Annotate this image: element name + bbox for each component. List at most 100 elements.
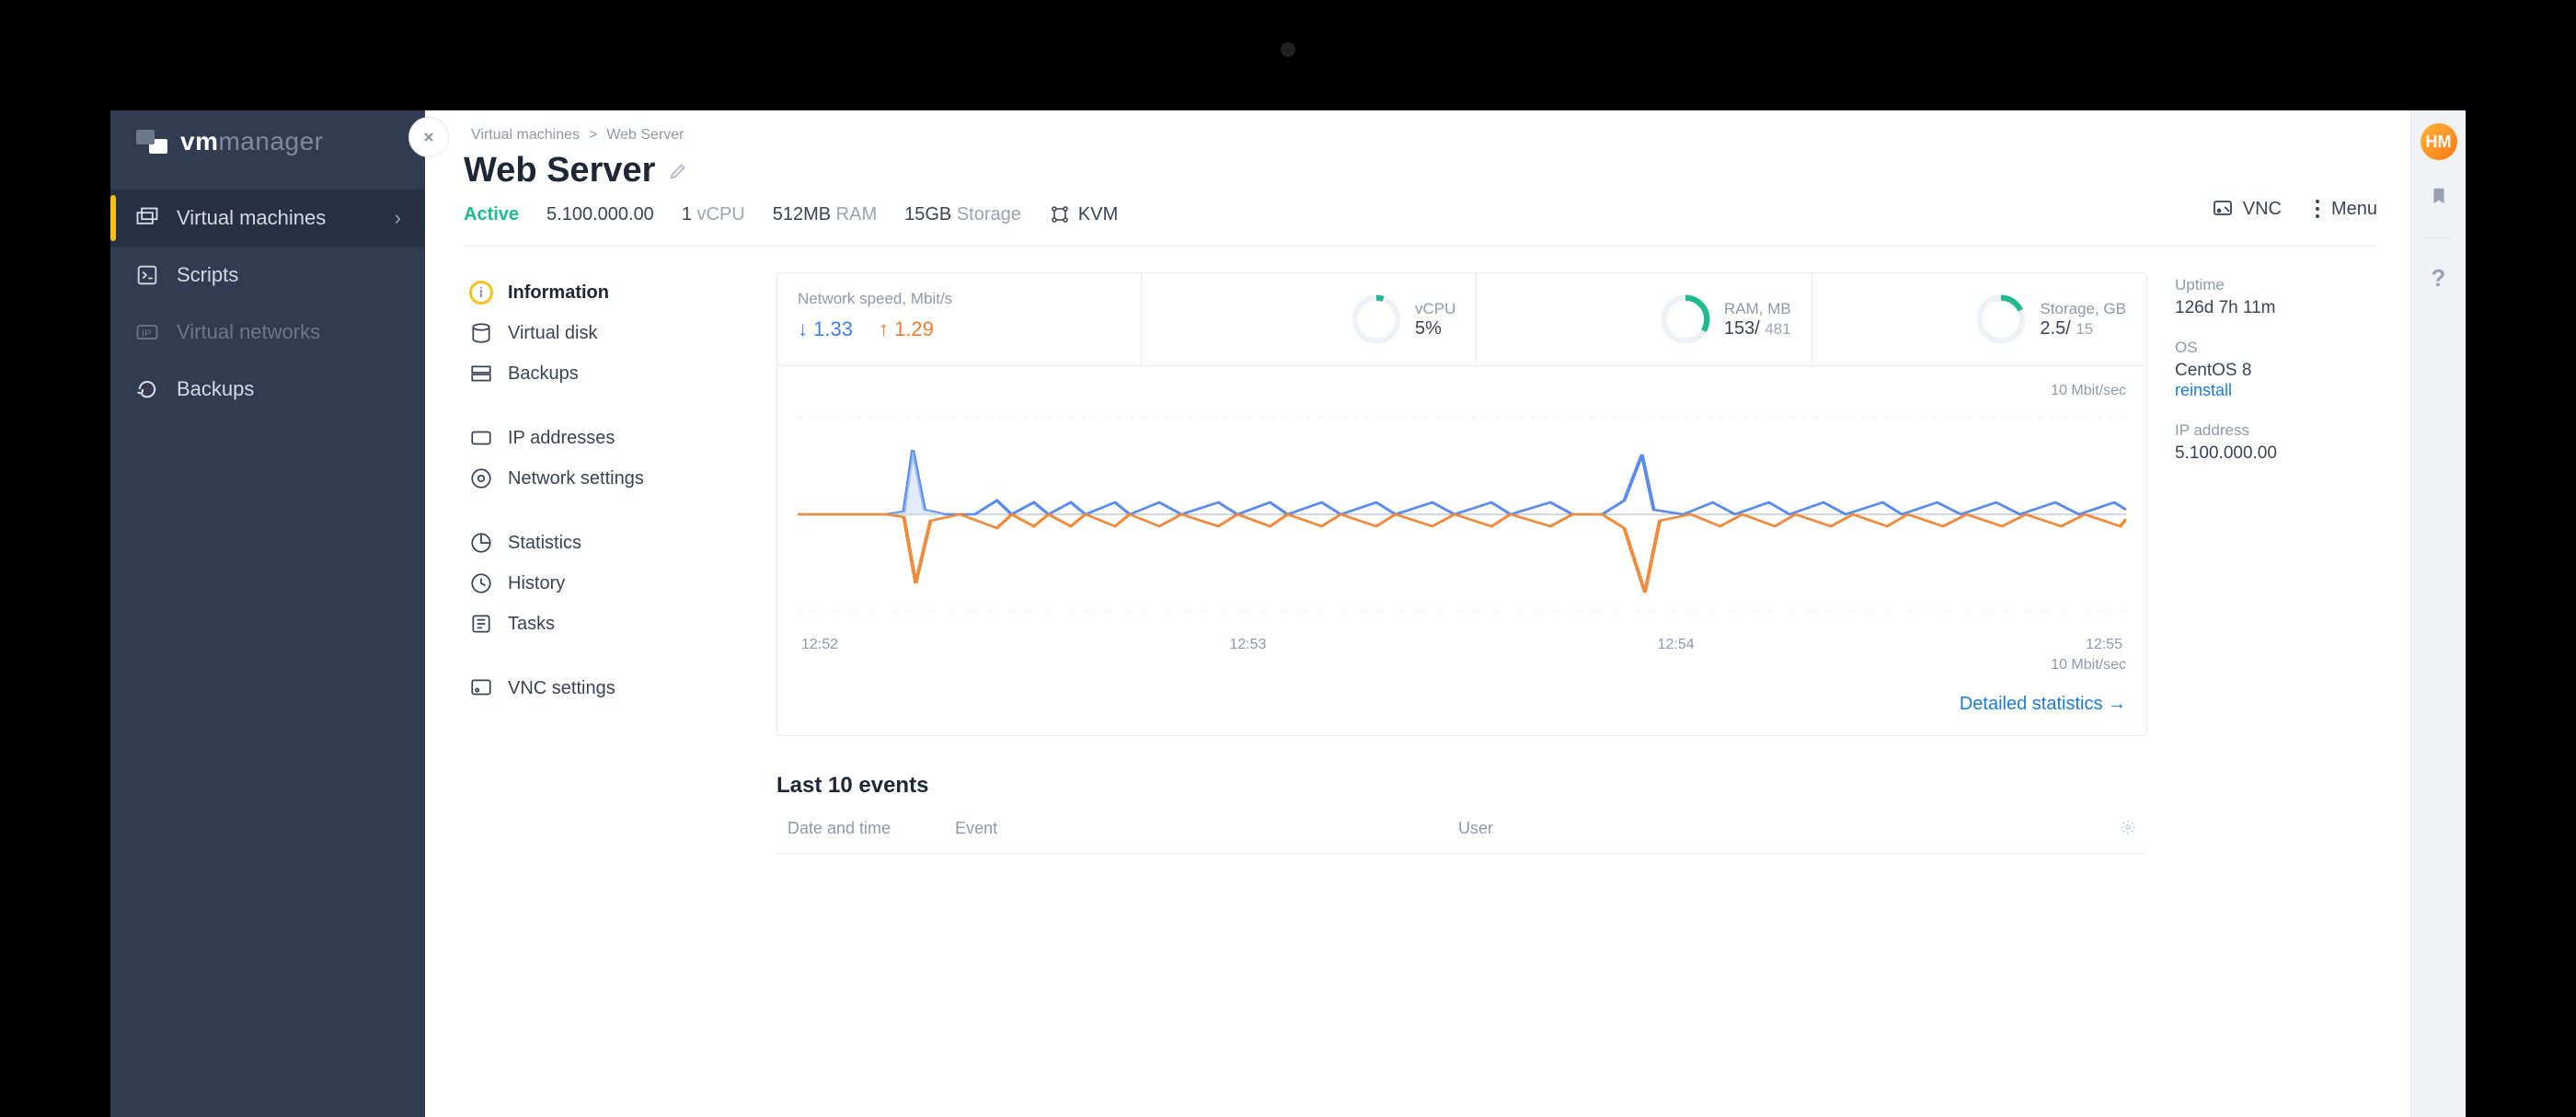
col-event: Event	[955, 819, 997, 840]
backups-icon	[469, 362, 493, 386]
storage-gauge-icon	[1975, 294, 2027, 345]
tab-history[interactable]: History	[464, 563, 749, 604]
avatar[interactable]: HM	[2421, 123, 2457, 160]
tab-label: Virtual disk	[508, 323, 597, 344]
events-heading: Last 10 events	[776, 773, 2147, 799]
ip-value: 5.100.000.00	[2175, 443, 2377, 464]
os-label: OS	[2175, 339, 2377, 357]
x-tick: 12:54	[1658, 637, 1695, 653]
brand-part1: vm	[180, 127, 218, 155]
vm-meta: Active 5.100.000.00 1 vCPU 512MB RAM 15G…	[464, 203, 1118, 225]
nav-virtual-networks[interactable]: IP Virtual networks	[110, 304, 425, 361]
ram-label: RAM	[836, 204, 877, 225]
card-title: Network speed, Mbit/s	[798, 290, 1121, 308]
status-badge: Active	[464, 204, 519, 225]
graph-x-axis: 12:52 12:53 12:54 12:55	[798, 629, 2126, 653]
tab-virtual-disk[interactable]: Virtual disk	[464, 313, 749, 353]
bookmark-icon[interactable]	[2429, 186, 2449, 212]
reinstall-link[interactable]: reinstall	[2175, 381, 2232, 399]
cpu-count: 1	[682, 204, 692, 225]
tab-ip-addresses[interactable]: IP addresses	[464, 418, 749, 458]
server-icon	[134, 205, 160, 231]
tab-label: Network settings	[508, 468, 644, 489]
cpu-label: vCPU	[697, 204, 745, 225]
right-rail: HM ?	[2410, 110, 2466, 1117]
tab-information[interactable]: i Information	[464, 272, 749, 313]
vnc-label: VNC	[2243, 199, 2282, 220]
nav-scripts[interactable]: Scripts	[110, 247, 425, 304]
ram-gauge-icon	[1660, 294, 1711, 345]
tab-statistics[interactable]: Statistics	[464, 523, 749, 563]
menu-button[interactable]: Menu	[2313, 199, 2377, 220]
chevron-right-icon: ›	[395, 206, 401, 230]
storage-value: 2.5/ 15	[2040, 318, 2126, 340]
ip-icon	[469, 426, 493, 450]
metric-cards: Network speed, Mbit/s ↓ 1.33 ↑ 1.29	[776, 272, 2147, 366]
cpu-value: 5%	[1415, 318, 1455, 340]
tab-label: Statistics	[508, 533, 581, 554]
upload-value: ↑ 1.29	[879, 317, 934, 341]
edit-icon[interactable]	[668, 161, 688, 181]
brand-part2: manager	[218, 127, 323, 155]
nav-label: Backups	[177, 377, 254, 401]
card-title: Storage, GB	[2040, 300, 2126, 318]
stats-icon	[469, 531, 493, 555]
breadcrumb-root[interactable]: Virtual machines	[471, 127, 580, 144]
nav-label: Scripts	[177, 263, 238, 287]
card-storage: Storage, GB 2.5/ 15	[1812, 273, 2146, 365]
tab-network-settings[interactable]: Network settings	[464, 458, 749, 499]
info-icon: i	[469, 281, 493, 305]
cpu-gauge-icon	[1351, 294, 1402, 345]
disk-icon	[469, 321, 493, 345]
brand: vmmanager	[110, 127, 425, 190]
ip-label: IP address	[2175, 421, 2377, 440]
tab-vnc-settings[interactable]: VNC settings	[464, 668, 749, 708]
card-ram: RAM, MB 153/ 481	[1477, 273, 1811, 365]
breadcrumb-sep: >	[589, 127, 597, 144]
vnc-button[interactable]: VNC	[2212, 198, 2282, 220]
tab-backups[interactable]: Backups	[464, 353, 749, 394]
nav-label: Virtual machines	[177, 206, 326, 230]
ip-icon: IP	[134, 319, 160, 345]
col-user: User	[1458, 819, 1659, 840]
page-title: Web Server	[464, 151, 655, 190]
gear-icon[interactable]	[2120, 819, 2136, 840]
primary-sidebar: vmmanager Virtual machines › Scripts IP …	[110, 110, 425, 1117]
backup-icon	[134, 376, 160, 402]
vnc-settings-icon	[469, 676, 493, 700]
x-tick: 12:53	[1229, 637, 1266, 653]
col-date: Date and time	[788, 819, 891, 840]
card-title: vCPU	[1415, 300, 1455, 318]
tab-tasks[interactable]: Tasks	[464, 604, 749, 644]
tab-label: Information	[508, 282, 609, 304]
disk-value: 15GB	[904, 204, 951, 225]
card-cpu: vCPU 5%	[1142, 273, 1477, 365]
collapse-sidebar-button[interactable]	[409, 118, 448, 156]
x-tick: 12:55	[2086, 637, 2122, 653]
os-value: CentOS 8	[2175, 361, 2377, 381]
nav-backups[interactable]: Backups	[110, 361, 425, 418]
kebab-icon	[2313, 199, 2322, 219]
line-chart	[798, 399, 2126, 629]
detailed-stats-link[interactable]: Detailed statistics →	[1960, 694, 2126, 714]
nav-label: Virtual networks	[177, 320, 320, 344]
svg-text:IP: IP	[142, 328, 151, 340]
brand-logo-icon	[136, 130, 167, 154]
tab-label: History	[508, 573, 565, 594]
breadcrumb: Virtual machines > Web Server	[464, 127, 2377, 144]
graph-ylabel-top: 10 Mbit/sec	[798, 383, 2126, 399]
help-icon[interactable]: ?	[2432, 264, 2446, 293]
tab-label: Backups	[508, 363, 579, 385]
ram-value: 153/ 481	[1724, 318, 1791, 340]
download-value: ↓ 1.33	[798, 317, 853, 341]
card-title: RAM, MB	[1724, 300, 1791, 318]
menu-label: Menu	[2331, 199, 2377, 220]
ram-value: 512MB	[773, 204, 831, 225]
detail-submenu: i Information Virtual disk Backups IP add…	[464, 272, 749, 1106]
nav-virtual-machines[interactable]: Virtual machines ›	[110, 190, 425, 247]
graph-ylabel-bottom: 10 Mbit/sec	[798, 657, 2126, 674]
vnc-icon	[2212, 198, 2234, 220]
virt-icon	[1049, 203, 1071, 225]
card-network: Network speed, Mbit/s ↓ 1.33 ↑ 1.29	[777, 273, 1142, 365]
vm-ip: 5.100.000.00	[546, 204, 654, 225]
